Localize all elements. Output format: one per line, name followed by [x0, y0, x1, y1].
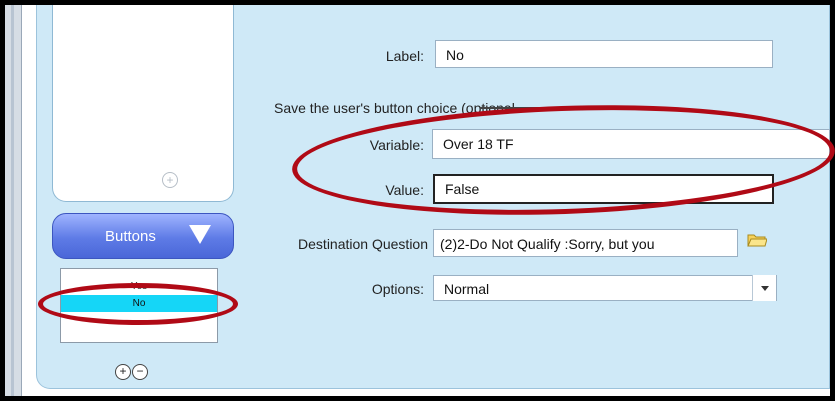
label-field[interactable]: No [435, 40, 773, 68]
options-label: Options: [371, 281, 424, 297]
options-dropdown-button[interactable] [752, 275, 776, 301]
label-label: Label: [385, 48, 424, 64]
annotation-ellipse-no-button [38, 283, 238, 325]
options-select[interactable]: Normal [433, 275, 777, 301]
left-strip [5, 5, 22, 396]
circle-minus-icon[interactable]: − [132, 364, 148, 380]
folder-icon[interactable] [747, 232, 767, 247]
destination-field[interactable]: (2)2-Do Not Qualify :Sorry, but you [433, 229, 738, 257]
destination-label: Destination Question [298, 236, 428, 252]
buttons-tab-label: Buttons [105, 228, 156, 245]
buttons-tab[interactable]: Buttons [52, 213, 234, 259]
triangle-down-icon [189, 225, 211, 244]
chevron-down-icon [761, 286, 769, 291]
preview-panel: + [52, 5, 234, 202]
plus-icon[interactable]: + [162, 172, 178, 188]
circle-plus-icon[interactable]: + [115, 364, 131, 380]
